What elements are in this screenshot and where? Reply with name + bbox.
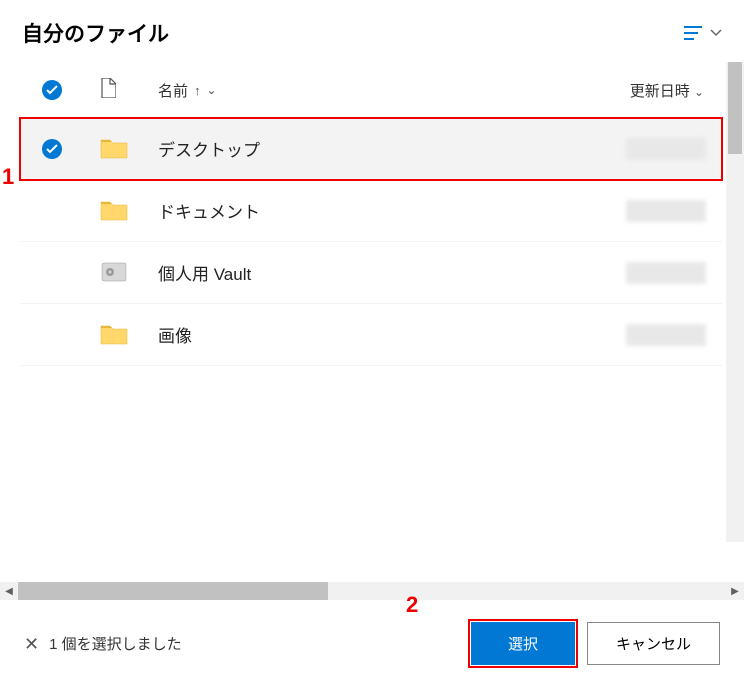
chevron-down-icon: ⌄ bbox=[694, 85, 704, 99]
item-date-blurred bbox=[626, 138, 706, 160]
check-icon bbox=[46, 85, 58, 95]
cancel-button[interactable]: キャンセル bbox=[587, 622, 720, 665]
chevron-down-icon bbox=[710, 29, 722, 37]
vertical-scrollbar[interactable]: ▲ bbox=[726, 62, 744, 542]
selection-count-text: 1 個を選択しました bbox=[49, 633, 182, 654]
horizontal-scrollbar[interactable]: ◀ ▶ bbox=[0, 582, 744, 600]
item-name: ドキュメント bbox=[158, 198, 626, 223]
item-date-blurred bbox=[626, 324, 706, 346]
folder-icon bbox=[100, 137, 128, 161]
annotation-marker-1: 1 bbox=[2, 164, 14, 190]
table-row[interactable]: 個人用 Vault bbox=[20, 242, 722, 304]
item-date-blurred bbox=[626, 262, 706, 284]
page-title: 自分のファイル bbox=[22, 18, 169, 48]
item-name: 画像 bbox=[158, 322, 626, 347]
item-date-blurred bbox=[626, 200, 706, 222]
select-all-checkbox[interactable] bbox=[42, 80, 62, 100]
scroll-left-arrow[interactable]: ◀ bbox=[0, 582, 18, 600]
date-column-label: 更新日時 bbox=[630, 83, 690, 100]
scroll-right-arrow[interactable]: ▶ bbox=[726, 582, 744, 600]
clear-selection-button[interactable]: ✕ bbox=[24, 635, 39, 653]
vertical-scroll-thumb[interactable] bbox=[728, 62, 742, 154]
folder-icon bbox=[100, 323, 128, 347]
table-row[interactable]: デスクトップ bbox=[20, 118, 722, 180]
name-column-label: 名前 bbox=[158, 80, 188, 101]
table-row[interactable]: 画像 bbox=[20, 304, 722, 366]
column-headers: 名前 ↑ ⌄ 更新日時 ⌄ bbox=[0, 62, 744, 118]
view-options-button[interactable] bbox=[684, 25, 722, 41]
horizontal-scroll-thumb[interactable] bbox=[18, 582, 328, 600]
vault-icon bbox=[100, 261, 128, 285]
date-column-header[interactable]: 更新日時 ⌄ bbox=[630, 80, 704, 101]
check-icon bbox=[46, 144, 58, 154]
row-checkbox[interactable] bbox=[42, 139, 62, 159]
sort-ascending-icon: ↑ bbox=[194, 83, 201, 98]
select-button[interactable]: 選択 bbox=[471, 622, 575, 665]
file-type-column-icon[interactable] bbox=[100, 78, 122, 102]
item-name: 個人用 Vault bbox=[158, 260, 626, 285]
table-row[interactable]: ドキュメント bbox=[20, 180, 722, 242]
folder-icon bbox=[100, 199, 128, 223]
name-column-header[interactable]: 名前 ↑ ⌄ bbox=[158, 80, 630, 101]
annotation-marker-2: 2 bbox=[406, 592, 418, 618]
item-name: デスクトップ bbox=[158, 136, 626, 161]
list-lines-icon bbox=[684, 25, 704, 41]
chevron-down-icon: ⌄ bbox=[207, 83, 217, 97]
